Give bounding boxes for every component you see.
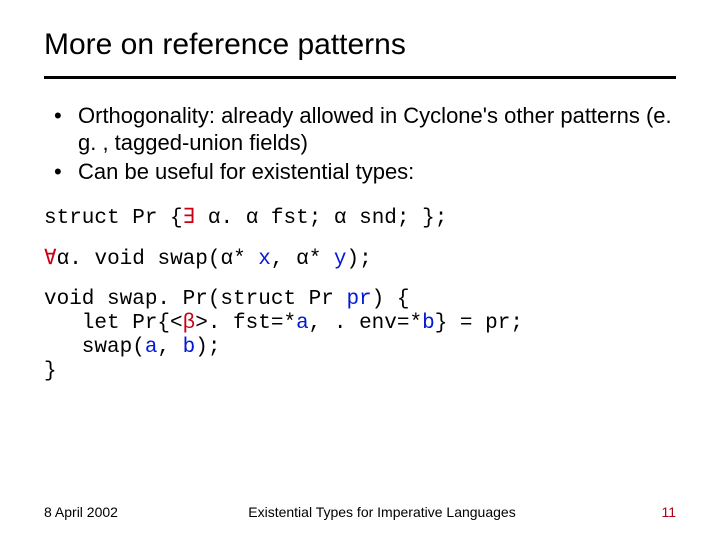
var-a: a (145, 336, 158, 359)
code-text: , (157, 336, 182, 359)
code-block-3: void swap. Pr(struct Pr pr) { let Pr{<β>… (44, 288, 676, 385)
footer-title: Existential Types for Imperative Languag… (118, 504, 646, 520)
var-a: a (296, 312, 309, 335)
code-text: void swap. Pr(struct Pr (44, 288, 346, 311)
forall-symbol: ∀ (44, 248, 57, 271)
slide: More on reference patterns Orthogonality… (0, 0, 720, 540)
code-block-1: struct Pr {∃ α. α fst; α snd; }; (44, 207, 676, 231)
var-y: y (334, 248, 347, 271)
code-text: struct Pr { (44, 207, 183, 230)
bullet-item: Orthogonality: already allowed in Cyclon… (44, 103, 676, 157)
code-text: >. fst=* (195, 312, 296, 335)
code-text: } (44, 360, 57, 383)
code-text: ); (195, 336, 220, 359)
slide-title: More on reference patterns (44, 28, 676, 70)
code-text: α. void swap(α* (57, 248, 259, 271)
code-text: α. α fst; α snd; }; (195, 207, 447, 230)
code-text: let Pr{< (44, 312, 183, 335)
bullet-list: Orthogonality: already allowed in Cyclon… (44, 103, 676, 185)
slide-footer: 8 April 2002 Existential Types for Imper… (44, 504, 676, 520)
code-text: swap( (44, 336, 145, 359)
bullet-item: Can be useful for existential types: (44, 159, 676, 186)
footer-date: 8 April 2002 (44, 504, 118, 520)
code-block-2: ∀α. void swap(α* x, α* y); (44, 248, 676, 272)
var-b: b (422, 312, 435, 335)
footer-page-number: 11 (646, 504, 676, 520)
code-text: , α* (271, 248, 334, 271)
var-x: x (258, 248, 271, 271)
var-pr: pr (346, 288, 371, 311)
title-rule (44, 76, 676, 79)
code-text: ); (347, 248, 372, 271)
exists-symbol: ∃ (183, 207, 196, 230)
code-text: ) { (372, 288, 410, 311)
code-text: , . env=* (309, 312, 422, 335)
code-text: } = pr; (435, 312, 523, 335)
beta-symbol: β (183, 312, 196, 335)
var-b: b (183, 336, 196, 359)
